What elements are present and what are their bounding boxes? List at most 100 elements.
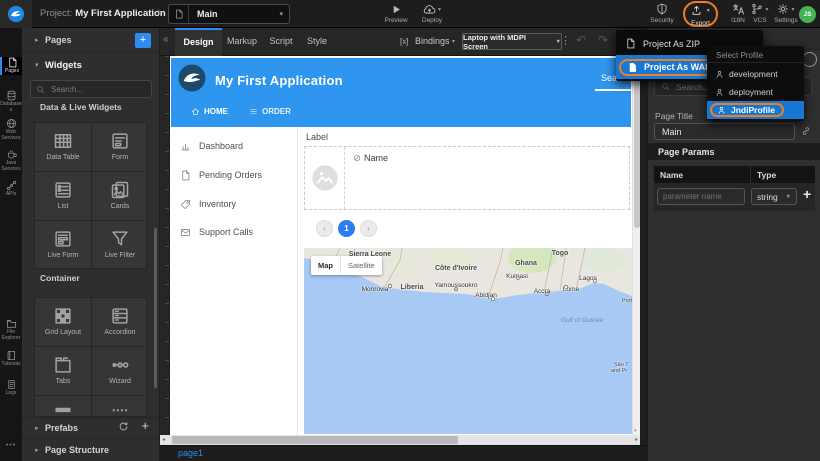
menu-item-pending-orders[interactable]: Pending Orders <box>170 167 298 183</box>
label-widget[interactable]: Label <box>306 132 328 142</box>
param-name-input[interactable] <box>657 188 745 205</box>
tab-script[interactable]: Script <box>260 28 302 56</box>
app-header[interactable]: My First Application Search HOMEORDER <box>171 58 631 127</box>
sidebar-item-file-explorer[interactable]: File Explorer <box>0 318 22 341</box>
sidebar-item-web-services[interactable]: Web Services <box>0 118 22 141</box>
sidebar-item-tutorials[interactable]: Tutorials <box>0 350 22 368</box>
panel-circle-icon[interactable] <box>802 52 817 67</box>
globe-icon <box>0 118 22 129</box>
bindings-button[interactable]: Bindings <box>415 36 450 46</box>
design-canvas[interactable]: My First Application Search HOMEORDER Da… <box>170 56 632 435</box>
page-title-input[interactable] <box>654 123 795 140</box>
left-icon-rail: ••• Pages Databases Web Services Java Servi… <box>0 28 22 461</box>
tab-markup[interactable]: Markup <box>220 28 264 56</box>
app-side-menu: Dashboard Pending Orders Inventory Support … <box>170 127 298 435</box>
book-icon <box>0 350 22 361</box>
page-file-icon <box>169 5 189 23</box>
scroll-right-icon[interactable]: ▸ <box>635 436 638 443</box>
widget-cell-partial[interactable] <box>35 396 91 417</box>
scroll-left-icon[interactable]: ◂ <box>162 436 165 443</box>
profile-option-jndiprofile[interactable]: JndiProfile <box>707 101 804 119</box>
rail-item-label: Pages <box>2 69 22 75</box>
map-type-map[interactable]: Map <box>311 256 340 275</box>
map-type-control[interactable]: MapSatellite <box>311 256 382 275</box>
sidebar-item-databases[interactable]: Databases <box>0 90 22 113</box>
add-prefab-button[interactable]: + <box>141 418 149 433</box>
pagination-prev-button[interactable]: ‹ <box>316 220 333 237</box>
list-widget[interactable]: Name <box>304 146 630 210</box>
sidebar-item-pages[interactable]: Pages <box>0 57 22 75</box>
bindings-icon: [x] <box>400 37 408 46</box>
cards-icon <box>110 180 130 200</box>
map-label: Port <box>622 298 632 304</box>
page-selector[interactable]: Main ▾ <box>168 4 290 24</box>
add-page-button[interactable]: + <box>135 33 151 48</box>
bind-link-icon[interactable] <box>801 126 811 136</box>
param-type-select[interactable]: string▼ <box>751 188 797 205</box>
pagination-next-button[interactable]: › <box>360 220 377 237</box>
widget-live-filter[interactable]: Live Filter <box>92 221 147 269</box>
sidebar-item-logs[interactable]: Logs <box>0 379 22 397</box>
widget-search-input[interactable] <box>49 84 146 95</box>
chevron-down-icon: ▾ <box>279 10 283 18</box>
widget-data-table[interactable]: Data Table <box>35 123 91 171</box>
accordion-icon <box>110 306 130 326</box>
widget-form[interactable]: Form <box>92 123 147 171</box>
refresh-icon[interactable] <box>118 421 129 432</box>
export-button[interactable]: ▾ Export <box>683 1 718 27</box>
security-button[interactable]: Security <box>642 2 682 24</box>
map-label: Gulf of Guinea <box>561 317 603 324</box>
prefabs-section-header[interactable]: ▸ Prefabs <box>22 417 160 439</box>
panel-scrollbar[interactable] <box>154 228 157 388</box>
widget-tabs[interactable]: Tabs <box>35 347 91 395</box>
search-tab-indicator <box>595 89 631 91</box>
sidebar-item-java-services[interactable]: Java Services <box>0 149 22 172</box>
map-type-satellite[interactable]: Satellite <box>341 256 382 275</box>
profile-option-deployment[interactable]: deployment <box>707 83 804 101</box>
collapse-panel-icon[interactable]: « <box>163 34 169 45</box>
widget-search[interactable] <box>30 80 152 98</box>
more-options-icon[interactable]: ⋮ <box>560 34 571 47</box>
wavemaker-logo[interactable] <box>0 0 32 28</box>
widget-list[interactable]: List <box>35 172 91 220</box>
gridlayout-icon <box>53 306 73 326</box>
widget-wizard[interactable]: Wizard <box>92 347 147 395</box>
redo-button[interactable]: ↷ <box>598 33 608 47</box>
menu-item-support-calls[interactable]: Support Calls <box>170 224 298 240</box>
device-selector[interactable]: Laptop with MDPI Screen▼ <box>462 33 562 50</box>
page-structure-section-header[interactable]: ▸ Page Structure <box>22 439 160 461</box>
canvas-toolbar: « DesignMarkupScriptStyle [x] Bindings ▾… <box>160 28 647 56</box>
pagination-page-1[interactable]: 1 <box>338 220 355 237</box>
map-widget[interactable]: MapSatellite Sierra LeoneCôte d'IvoireGh… <box>304 248 632 434</box>
user-avatar[interactable]: JS <box>799 6 816 23</box>
add-param-button[interactable]: + <box>803 186 811 202</box>
nav-item-home[interactable]: HOME <box>191 107 228 116</box>
widget-grid-layout[interactable]: Grid Layout <box>35 298 91 346</box>
preview-button[interactable]: Preview <box>376 2 416 24</box>
profile-option-development[interactable]: development <box>707 65 804 83</box>
widget-accordion[interactable]: Accordion <box>92 298 147 346</box>
scroll-down-icon[interactable]: ▾ <box>634 428 637 434</box>
widget-cards[interactable]: Cards <box>92 172 147 220</box>
tab-design[interactable]: Design <box>175 28 222 56</box>
no-image-icon <box>353 154 361 162</box>
widget-live-form[interactable]: Live Form <box>35 221 91 269</box>
project-name: My First Application <box>75 8 165 19</box>
page-params-header[interactable]: Page Params <box>648 143 820 160</box>
widget-cell-partial[interactable] <box>92 396 147 417</box>
undo-button[interactable]: ↶ <box>576 33 586 47</box>
rail-more-button[interactable]: ••• <box>0 442 22 449</box>
menu-item-dashboard[interactable]: Dashboard <box>170 138 298 154</box>
canvas-horizontal-scrollbar[interactable]: ◂ ▸ <box>160 435 640 445</box>
tab-style[interactable]: Style <box>298 28 336 56</box>
profile-submenu: Select ProfiledevelopmentdeploymentJndiP… <box>707 46 804 121</box>
canvas-vertical-scrollbar[interactable]: ▾ <box>632 56 640 435</box>
scrollbar-thumb[interactable] <box>172 436 458 444</box>
sidebar-item-apis[interactable]: APIs <box>0 180 22 198</box>
rail-item-label: Databases <box>0 102 22 113</box>
nav-item-order[interactable]: ORDER <box>249 107 291 116</box>
menu-item-inventory[interactable]: Inventory <box>170 196 298 212</box>
deploy-button[interactable]: ▾ Deploy <box>412 2 452 24</box>
widgets-section-header[interactable]: ▾ Widgets <box>22 53 160 77</box>
open-page-tab[interactable]: page1 <box>178 448 203 458</box>
